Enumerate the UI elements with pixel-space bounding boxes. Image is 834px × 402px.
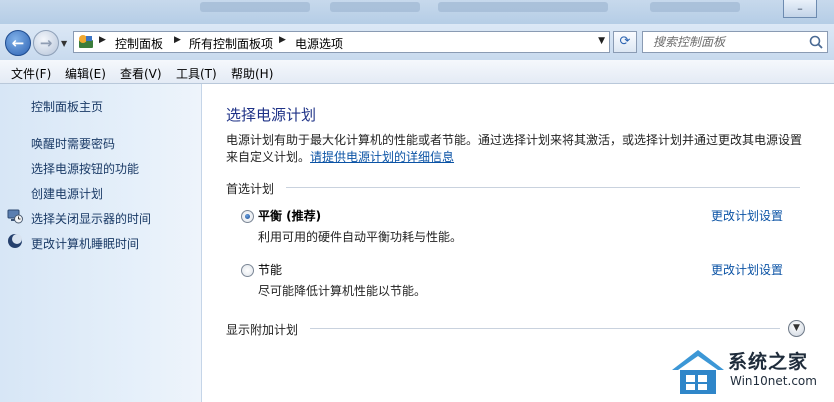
page-description: 电源计划有助于最大化计算机的性能或者节能。通过选择计划来将其激活，或选择计划并通… — [226, 132, 804, 166]
blurred-title — [438, 2, 608, 12]
menu-edit[interactable]: 编辑(E) — [65, 65, 106, 82]
sidebar-item-sleep-time[interactable]: 更改计算机睡眠时间 — [31, 235, 139, 252]
menu-help[interactable]: 帮助(H) — [231, 65, 273, 82]
additional-plans-header[interactable]: 显示附加计划 — [226, 321, 298, 338]
watermark-en: Win10net.com — [730, 374, 817, 388]
address-bar[interactable]: ▶ 控制面板 ▶ 所有控制面板项 ▶ 电源选项 ▼ — [73, 31, 610, 53]
change-plan-settings-balanced-link[interactable]: 更改计划设置 — [711, 207, 783, 224]
search-box[interactable] — [642, 31, 828, 53]
plan-details-link[interactable]: 请提供电源计划的详细信息 — [310, 150, 454, 164]
plan-name-balanced[interactable]: 平衡 (推荐) — [258, 207, 321, 224]
navigation-bar: ← → ▼ ▶ 控制面板 ▶ 所有控制面板项 ▶ 电源选项 ▼ ⟳ — [0, 24, 834, 60]
watermark-cn: 系统之家 — [728, 351, 809, 373]
sidebar: 控制面板主页 唤醒时需要密码 选择电源按钮的功能 创建电源计划 选择关闭显示器的… — [0, 84, 202, 402]
menu-file[interactable]: 文件(F) — [11, 65, 51, 82]
section-divider — [286, 187, 800, 188]
breadcrumb-power-options[interactable]: 电源选项 — [295, 35, 343, 52]
breadcrumb-control-panel[interactable]: 控制面板 — [115, 35, 163, 52]
blurred-title — [200, 2, 310, 12]
moon-icon — [8, 234, 22, 248]
blurred-title — [330, 2, 420, 12]
change-plan-settings-power-saver-link[interactable]: 更改计划设置 — [711, 261, 783, 278]
breadcrumb-separator-icon[interactable]: ▶ — [279, 35, 286, 45]
plan-name-power-saver[interactable]: 节能 — [258, 261, 282, 278]
sidebar-item-wake-password[interactable]: 唤醒时需要密码 — [31, 135, 115, 152]
menu-bar: 文件(F) 编辑(E) 查看(V) 工具(T) 帮助(H) — [0, 60, 834, 84]
radio-balanced[interactable] — [241, 210, 254, 223]
chevron-down-icon[interactable]: ▼ — [788, 320, 805, 337]
plan-desc-power-saver: 尽可能降低计算机性能以节能。 — [258, 284, 427, 298]
house-logo-icon — [672, 350, 724, 394]
sidebar-item-power-buttons[interactable]: 选择电源按钮的功能 — [31, 160, 139, 177]
forward-button[interactable]: → — [33, 30, 59, 56]
page-title: 选择电源计划 — [226, 106, 317, 124]
address-dropdown-icon[interactable]: ▼ — [598, 36, 605, 46]
monitor-clock-icon — [7, 209, 23, 224]
back-button[interactable]: ← — [5, 30, 31, 56]
refresh-button[interactable]: ⟳ — [613, 31, 637, 53]
sidebar-item-create-plan[interactable]: 创建电源计划 — [31, 185, 103, 202]
watermark: 系统之家 Win10net.com — [668, 344, 832, 400]
breadcrumb-separator-icon[interactable]: ▶ — [174, 35, 181, 45]
menu-tools[interactable]: 工具(T) — [176, 65, 217, 82]
blurred-title — [650, 2, 740, 12]
history-dropdown-icon[interactable]: ▼ — [61, 39, 67, 48]
menu-view[interactable]: 查看(V) — [120, 65, 162, 82]
breadcrumb-all-items[interactable]: 所有控制面板项 — [189, 35, 273, 52]
sidebar-item-control-panel-home[interactable]: 控制面板主页 — [31, 98, 103, 115]
search-input[interactable] — [643, 32, 817, 52]
plan-desc-balanced: 利用可用的硬件自动平衡功耗与性能。 — [258, 230, 463, 244]
radio-selected-dot — [245, 214, 250, 219]
section-divider — [310, 328, 780, 329]
breadcrumb-separator-icon[interactable]: ▶ — [99, 35, 106, 45]
sidebar-item-display-off-time[interactable]: 选择关闭显示器的时间 — [31, 210, 151, 227]
preferred-plans-header: 首选计划 — [226, 182, 275, 196]
title-bar: – — [0, 0, 834, 24]
minimize-button[interactable]: – — [783, 0, 817, 18]
control-panel-icon — [79, 35, 93, 48]
radio-power-saver[interactable] — [241, 264, 254, 277]
search-icon[interactable] — [808, 34, 824, 50]
